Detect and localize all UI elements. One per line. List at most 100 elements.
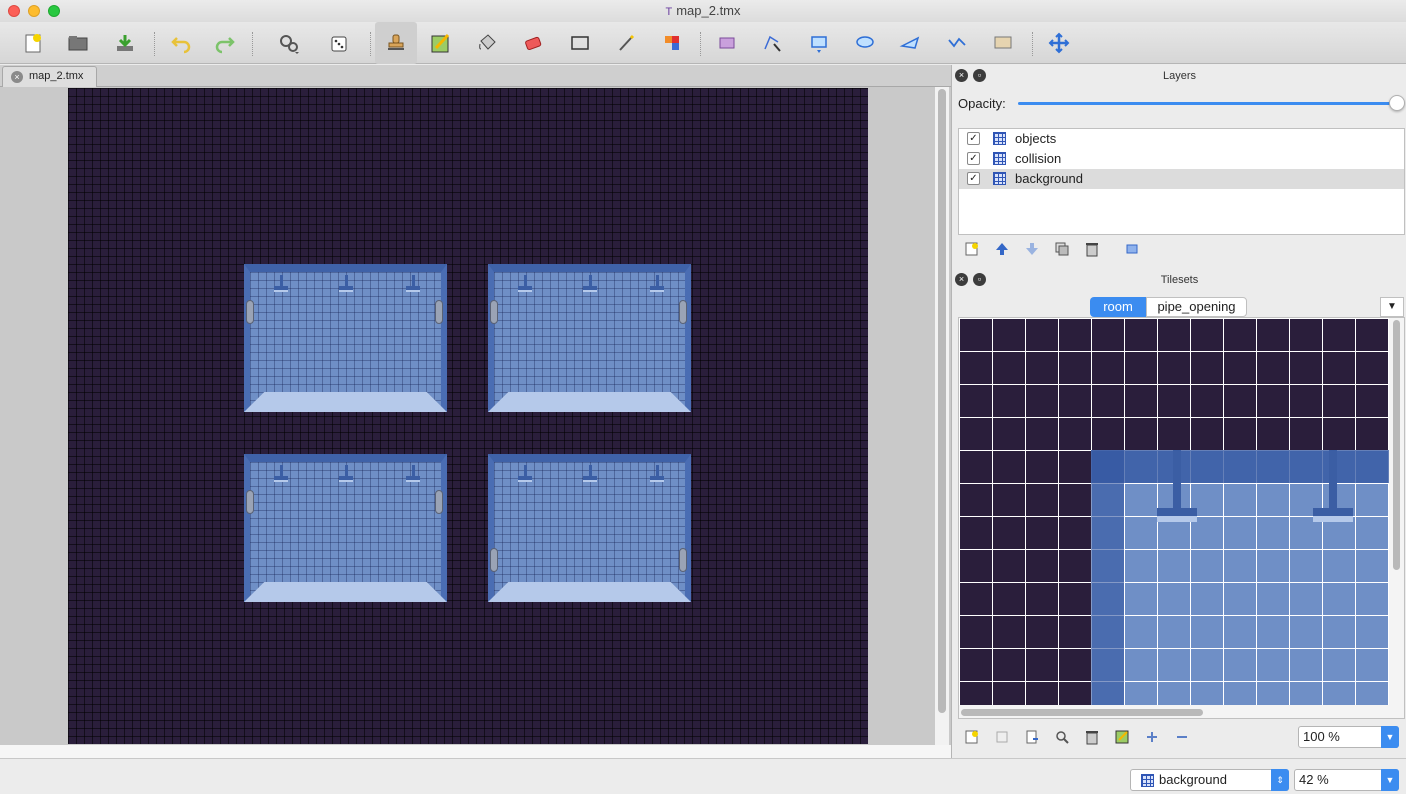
insert-tile-tool[interactable] bbox=[988, 28, 1018, 58]
remove-tileset-button[interactable] bbox=[1083, 728, 1101, 746]
pipe-opening-icon bbox=[490, 300, 498, 324]
new-tileset-icon bbox=[965, 730, 978, 744]
current-layer-combo[interactable]: background ⇕ bbox=[1130, 769, 1289, 791]
pipe-opening-icon bbox=[435, 490, 443, 514]
pipe-opening-icon bbox=[490, 548, 498, 572]
insert-ellipse-tool[interactable] bbox=[850, 28, 880, 58]
new-layer-button[interactable] bbox=[963, 240, 981, 258]
tileset-zoom-value: 100 % bbox=[1303, 729, 1340, 744]
stamp-brush-tool[interactable] bbox=[375, 22, 417, 64]
rect-select-icon bbox=[571, 36, 589, 50]
opacity-slider-handle[interactable] bbox=[1389, 95, 1405, 111]
arrow-down-icon bbox=[1026, 243, 1038, 255]
document-tab[interactable]: × map_2.tmx bbox=[2, 66, 97, 87]
insert-polyline-tool[interactable] bbox=[942, 28, 972, 58]
raise-layer-button[interactable] bbox=[993, 240, 1011, 258]
tileset-tab-pipe-opening[interactable]: pipe_opening bbox=[1146, 297, 1247, 317]
layer-visibility-checkbox[interactable]: ✓ bbox=[967, 132, 980, 145]
bucket-fill-tool[interactable] bbox=[472, 28, 502, 58]
edit-terrain-button[interactable] bbox=[1113, 728, 1131, 746]
select-objects-icon bbox=[719, 37, 735, 49]
select-objects-tool[interactable] bbox=[712, 28, 742, 58]
close-panel-icon[interactable]: × bbox=[955, 273, 968, 286]
insert-polygon-tool[interactable] bbox=[895, 28, 925, 58]
room-side-tiles bbox=[1091, 450, 1124, 705]
layer-row-objects[interactable]: ✓ objects bbox=[959, 129, 1404, 149]
tile-layer-icon bbox=[993, 172, 1006, 185]
zoom-in-button[interactable] bbox=[1143, 728, 1161, 746]
delete-layer-button[interactable] bbox=[1083, 240, 1101, 258]
magic-wand-tool[interactable] bbox=[611, 28, 641, 58]
opacity-slider-track[interactable] bbox=[1018, 102, 1396, 105]
tileset-vertical-scrollbar[interactable] bbox=[1393, 320, 1400, 570]
embed-icon bbox=[996, 731, 1008, 743]
rectangular-select-tool[interactable] bbox=[565, 28, 595, 58]
layer-visibility-checkbox[interactable]: ✓ bbox=[967, 152, 980, 165]
redo-button[interactable] bbox=[210, 28, 240, 58]
ceiling-lamp-icon bbox=[583, 275, 597, 293]
random-mode-button[interactable] bbox=[325, 28, 355, 58]
layer-menu-button[interactable] bbox=[1123, 240, 1141, 258]
float-panel-icon[interactable]: ▫ bbox=[973, 273, 986, 286]
window-zoom-button[interactable] bbox=[48, 5, 60, 17]
window-minimize-button[interactable] bbox=[28, 5, 40, 17]
map-zoom-combo[interactable]: 42 % ▼ bbox=[1294, 769, 1399, 791]
ceiling-lamp-icon bbox=[518, 465, 532, 483]
minus-icon bbox=[1177, 736, 1187, 738]
select-same-tile-tool[interactable] bbox=[657, 28, 687, 58]
save-button[interactable] bbox=[110, 28, 140, 58]
close-tab-icon[interactable]: × bbox=[11, 71, 23, 83]
tileset-horizontal-scrollbar[interactable] bbox=[961, 709, 1203, 716]
main-toolbar bbox=[0, 22, 1406, 64]
tileset-tab-bar: room pipe_opening ▼ bbox=[958, 297, 1405, 317]
move-arrows-icon bbox=[1048, 32, 1070, 54]
lower-layer-button[interactable] bbox=[1023, 240, 1041, 258]
undo-button[interactable] bbox=[166, 28, 196, 58]
layer-row-collision[interactable]: ✓ collision bbox=[959, 149, 1404, 169]
new-map-button[interactable] bbox=[18, 28, 48, 58]
tile-map-canvas[interactable] bbox=[68, 88, 868, 744]
tileset-view[interactable] bbox=[958, 317, 1405, 719]
insert-rectangle-tool[interactable] bbox=[804, 28, 834, 58]
document-tab-label: map_2.tmx bbox=[29, 70, 84, 82]
chevron-updown-icon: ⇕ bbox=[1271, 769, 1289, 791]
tileset-tab-room[interactable]: room bbox=[1090, 297, 1146, 317]
window-close-button[interactable] bbox=[8, 5, 20, 17]
polygon-icon bbox=[899, 36, 920, 49]
tileset-list-dropdown[interactable]: ▼ bbox=[1380, 297, 1404, 317]
tileset-properties-button[interactable] bbox=[1053, 728, 1071, 746]
export-tileset-button[interactable] bbox=[1023, 728, 1041, 746]
room-floor bbox=[244, 582, 447, 602]
open-button[interactable] bbox=[63, 28, 93, 58]
terrain-brush-tool[interactable] bbox=[426, 28, 456, 58]
zoom-out-button[interactable] bbox=[1173, 728, 1191, 746]
layer-visibility-checkbox[interactable]: ✓ bbox=[967, 172, 980, 185]
tile-layer-icon bbox=[993, 132, 1006, 145]
layer-name: objects bbox=[1015, 131, 1057, 146]
room-tile-block bbox=[244, 454, 447, 602]
eraser-tool[interactable] bbox=[518, 28, 548, 58]
tileset-grid[interactable] bbox=[959, 318, 1389, 705]
bucket-fill-icon bbox=[479, 34, 496, 50]
float-panel-icon[interactable]: ▫ bbox=[973, 69, 986, 82]
move-tool[interactable] bbox=[1044, 28, 1074, 58]
dice-icon bbox=[331, 36, 347, 52]
room-tiles bbox=[1091, 450, 1389, 705]
embed-tileset-button[interactable] bbox=[993, 728, 1011, 746]
ceiling-lamp-icon bbox=[274, 465, 288, 483]
map-vertical-scrollbar[interactable] bbox=[938, 89, 946, 713]
ellipse-icon bbox=[856, 36, 874, 48]
toolbar-separator bbox=[252, 32, 253, 56]
new-tileset-button[interactable] bbox=[963, 728, 981, 746]
ceiling-lamp-icon bbox=[339, 275, 353, 293]
tileset-zoom-combo[interactable]: 100 % ▼ bbox=[1298, 726, 1399, 748]
layer-row-background[interactable]: ✓ background bbox=[959, 169, 1404, 189]
duplicate-layer-button[interactable] bbox=[1053, 240, 1071, 258]
gears-icon bbox=[280, 35, 299, 54]
edit-polygons-tool[interactable] bbox=[757, 28, 787, 58]
close-panel-icon[interactable]: × bbox=[955, 69, 968, 82]
layer-list: ✓ objects ✓ collision ✓ background bbox=[958, 128, 1405, 235]
ceiling-lamp-icon bbox=[274, 275, 288, 293]
commands-button[interactable] bbox=[274, 28, 304, 58]
map-viewport[interactable] bbox=[0, 87, 951, 758]
